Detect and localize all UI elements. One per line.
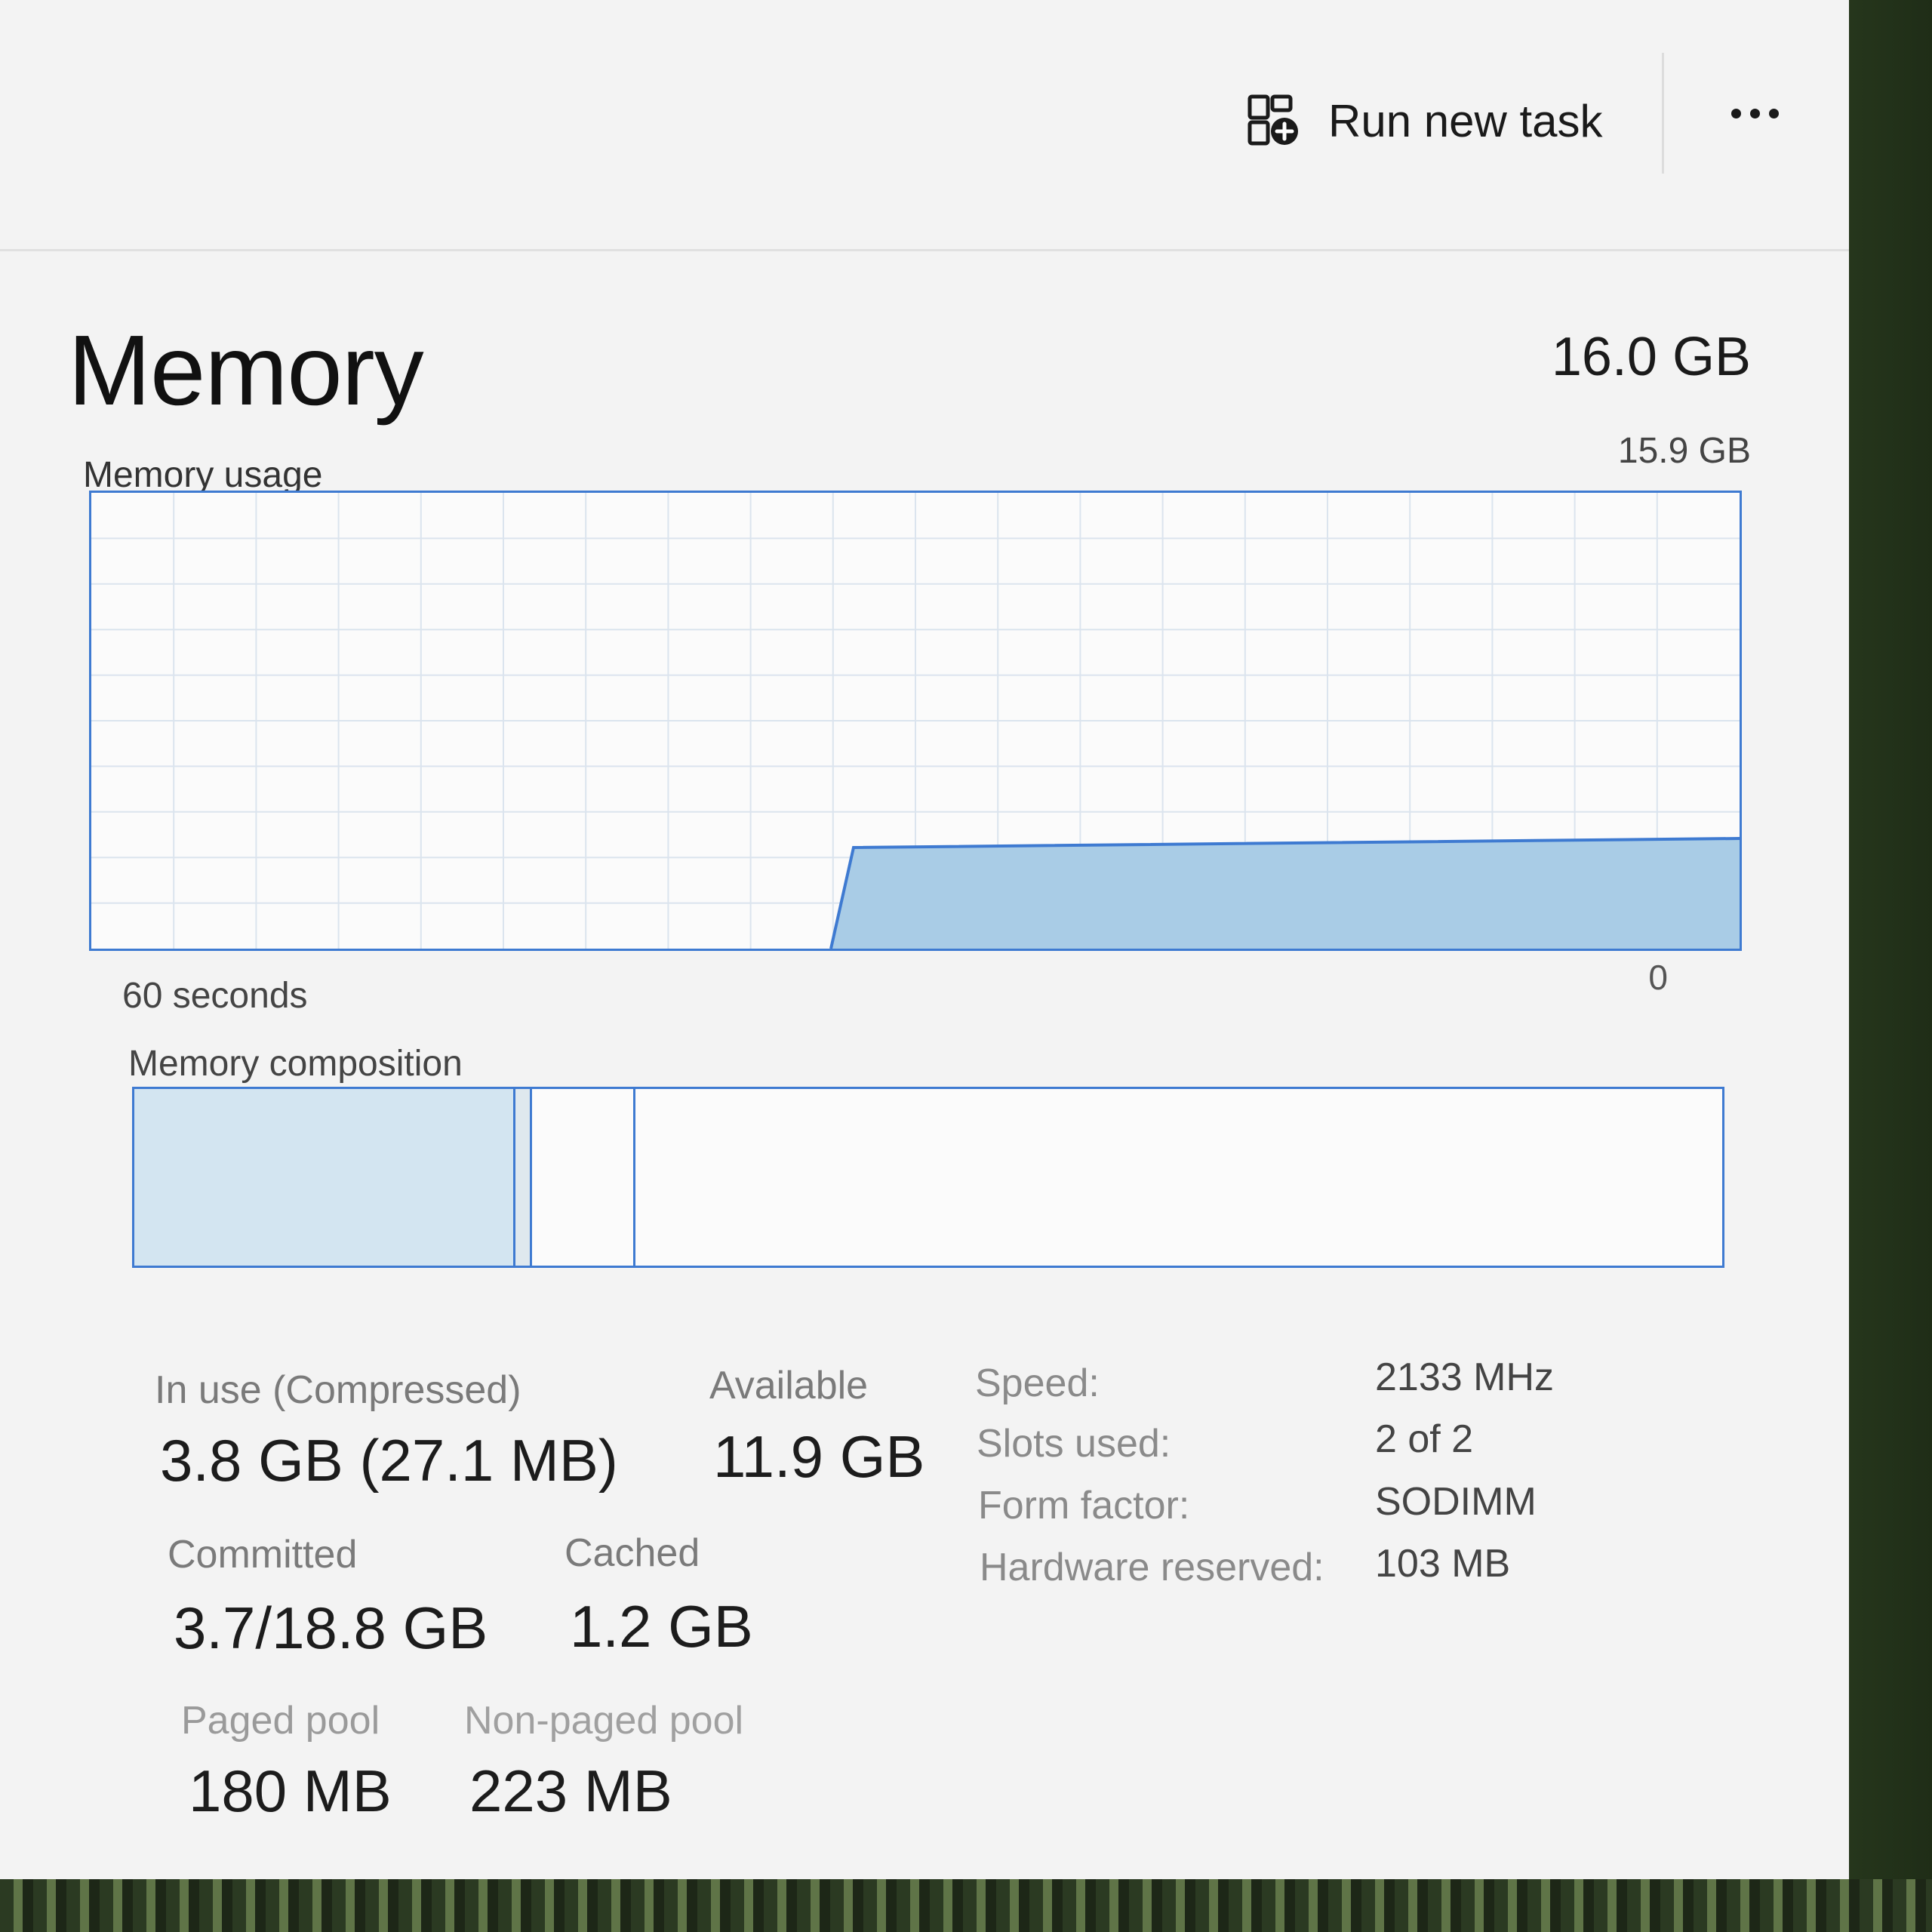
available-value: 11.9 GB xyxy=(713,1423,925,1490)
run-new-task-button[interactable]: Run new task xyxy=(1245,87,1603,155)
hardware-reserved-value: 103 MB xyxy=(1375,1542,1511,1586)
more-options-icon[interactable] xyxy=(1713,91,1796,136)
committed-value: 3.7/18.8 GB xyxy=(174,1595,488,1661)
total-memory: 16.0 GB xyxy=(1551,327,1751,387)
graph-zero-label: 0 xyxy=(1648,958,1668,997)
graph-time-label: 60 seconds xyxy=(122,976,308,1016)
run-new-task-label: Run new task xyxy=(1328,95,1603,146)
memory-usage-graph xyxy=(89,491,1742,951)
memory-usage-label: Memory usage xyxy=(83,455,323,495)
speed-value: 2133 MHz xyxy=(1375,1355,1554,1399)
cached-value: 1.2 GB xyxy=(570,1593,753,1660)
form-factor-label: Form factor: xyxy=(978,1484,1190,1527)
cached-label: Cached xyxy=(565,1531,700,1575)
toolbar: Run new task xyxy=(0,0,1849,251)
background-photo-strip xyxy=(0,1879,1932,1932)
memory-usage-max: 15.9 GB xyxy=(1617,431,1751,471)
non-paged-pool-value: 223 MB xyxy=(469,1758,672,1824)
available-label: Available xyxy=(709,1364,869,1407)
composition-free xyxy=(635,1089,1722,1266)
slots-used-label: Slots used: xyxy=(977,1422,1171,1466)
form-factor-value: SODIMM xyxy=(1375,1480,1537,1524)
task-manager-window: Run new task Memory 16.0 GB Memory usage… xyxy=(0,0,1849,1879)
committed-label: Committed xyxy=(168,1533,358,1577)
memory-composition-label: Memory composition xyxy=(128,1044,463,1084)
slots-used-value: 2 of 2 xyxy=(1375,1417,1474,1461)
composition-in-use xyxy=(134,1089,515,1266)
hardware-reserved-label: Hardware reserved: xyxy=(980,1546,1324,1589)
paged-pool-value: 180 MB xyxy=(189,1758,392,1824)
toolbar-divider xyxy=(1662,53,1664,174)
paged-pool-label: Paged pool xyxy=(181,1699,380,1743)
run-task-icon xyxy=(1247,94,1298,146)
composition-standby xyxy=(532,1089,635,1266)
memory-composition-bar xyxy=(132,1087,1724,1268)
composition-modified xyxy=(515,1089,532,1266)
in-use-value: 3.8 GB (27.1 MB) xyxy=(160,1427,618,1494)
speed-label: Speed: xyxy=(975,1361,1100,1405)
non-paged-pool-label: Non-paged pool xyxy=(464,1699,744,1743)
page-title: Memory xyxy=(68,315,424,426)
in-use-label: In use (Compressed) xyxy=(155,1368,521,1412)
